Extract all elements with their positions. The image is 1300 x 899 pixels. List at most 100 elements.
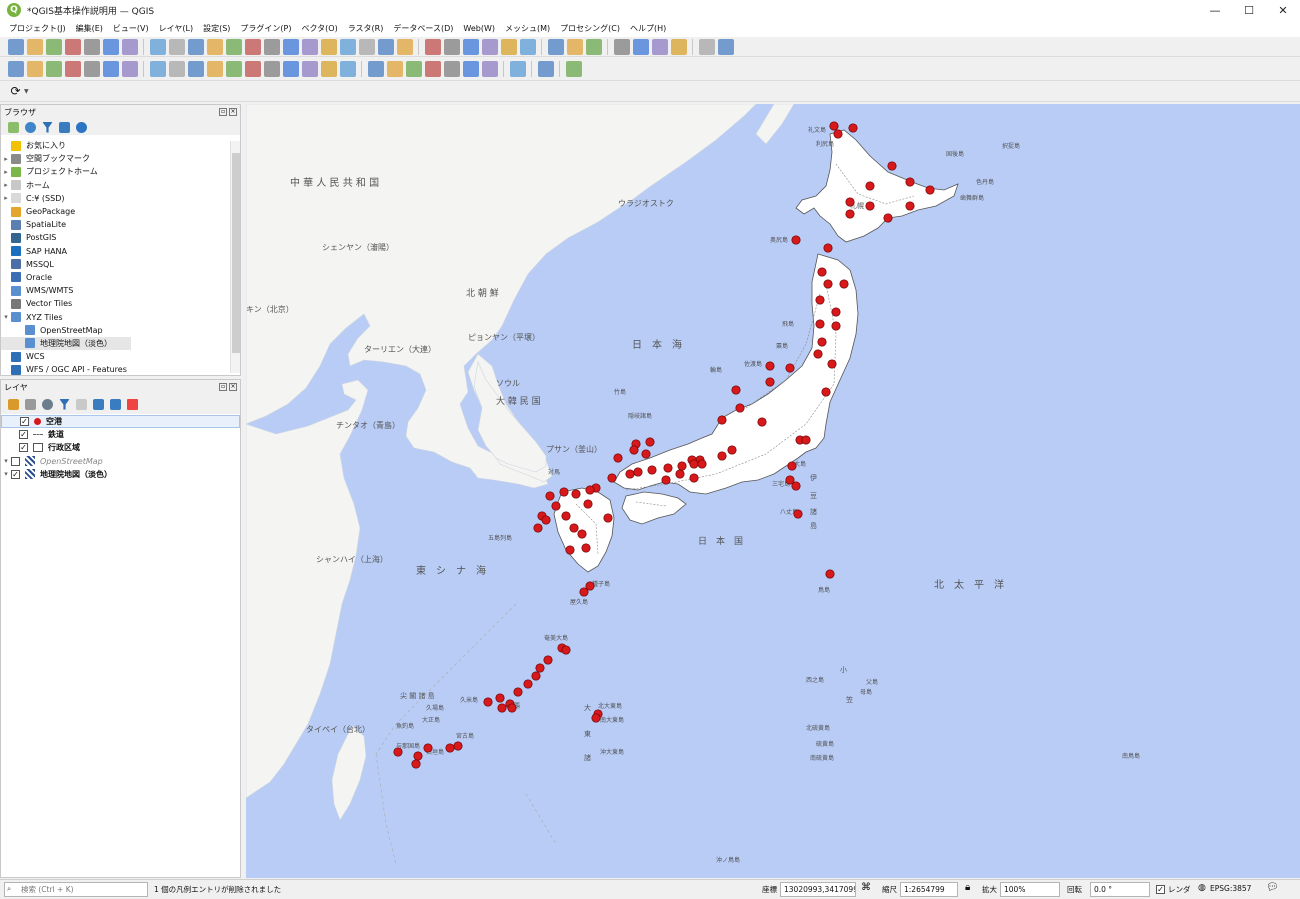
add-feature-icon[interactable]	[206, 61, 223, 77]
layer-visibility-checkbox[interactable]: ✓	[19, 430, 28, 440]
airport-marker[interactable]	[905, 201, 915, 211]
current-edits-icon[interactable]	[149, 61, 166, 77]
measure-icon[interactable]	[566, 38, 583, 55]
redo-icon[interactable]	[339, 61, 356, 77]
statistics-icon[interactable]	[500, 38, 517, 55]
expand-arrow-icon[interactable]: ▸	[1, 155, 11, 163]
airport-marker[interactable]	[497, 703, 507, 713]
airport-marker[interactable]	[727, 445, 737, 455]
browser-item[interactable]: Oracle	[1, 271, 240, 284]
airport-marker[interactable]	[561, 645, 571, 655]
float-panel-icon[interactable]: ▫	[219, 108, 227, 116]
browser-item[interactable]: MSSQL	[1, 258, 240, 271]
save-edits-icon[interactable]	[187, 61, 204, 77]
annotation-icon[interactable]	[585, 38, 602, 55]
airport-marker[interactable]	[787, 461, 797, 471]
menu-item[interactable]: ビュー(V)	[108, 23, 154, 34]
expand-arrow-icon[interactable]: ▸	[1, 181, 11, 189]
airport-marker[interactable]	[925, 185, 935, 195]
layer-visibility-checkbox[interactable]: ✓	[20, 417, 29, 427]
manage-map-themes-icon[interactable]	[42, 398, 53, 410]
new-bookmark-icon[interactable]	[339, 38, 356, 55]
open-project-icon[interactable]	[26, 38, 43, 55]
airport-marker[interactable]	[831, 307, 841, 317]
airport-marker[interactable]	[591, 713, 601, 723]
airport-marker[interactable]	[757, 417, 767, 427]
airport-marker[interactable]	[579, 587, 589, 597]
airport-marker[interactable]	[785, 363, 795, 373]
zoom-in-icon[interactable]	[187, 38, 204, 55]
refresh-icon[interactable]	[25, 121, 36, 133]
cut-icon[interactable]	[263, 61, 280, 77]
pin-labels-icon[interactable]	[386, 61, 403, 77]
select-by-value-icon[interactable]	[443, 38, 460, 55]
field-calculator-icon[interactable]	[519, 38, 536, 55]
locator-search-input[interactable]: 検索 (Ctrl + K)	[4, 882, 148, 897]
select-features-icon[interactable]	[424, 38, 441, 55]
airport-marker[interactable]	[765, 361, 775, 371]
menu-item[interactable]: ラスタ(R)	[343, 23, 389, 34]
rotation-field[interactable]: 0.0 °	[1090, 882, 1150, 897]
airport-marker[interactable]	[507, 703, 517, 713]
airport-marker[interactable]	[661, 475, 671, 485]
airport-marker[interactable]	[793, 509, 803, 519]
save-project-icon[interactable]	[45, 38, 62, 55]
zoom-full-icon[interactable]	[225, 38, 242, 55]
browser-item[interactable]: GeoPackage	[1, 205, 240, 218]
airport-marker[interactable]	[801, 435, 811, 445]
attribute-table-icon[interactable]	[651, 38, 668, 55]
expand-arrow-icon[interactable]: ▾	[1, 457, 11, 465]
highlight-labels-icon[interactable]	[405, 61, 422, 77]
airport-marker[interactable]	[791, 235, 801, 245]
airport-marker[interactable]	[717, 415, 727, 425]
expand-arrow-icon[interactable]: ▸	[1, 168, 11, 176]
change-label-icon[interactable]	[462, 61, 479, 77]
layer-item[interactable]: ▾ ✓ 地理院地図（淡色）	[1, 468, 240, 481]
airport-marker[interactable]	[717, 451, 727, 461]
browser-item[interactable]: SAP HANA	[1, 245, 240, 258]
collapse-all-icon[interactable]	[59, 121, 70, 133]
new-geopackage-icon[interactable]	[26, 61, 43, 77]
maximize-button[interactable]: ☐	[1232, 0, 1266, 20]
layer-visibility-checkbox[interactable]	[11, 456, 20, 466]
temporal-controller-icon[interactable]	[377, 38, 394, 55]
scrollbar-thumb[interactable]	[232, 153, 240, 353]
airport-marker[interactable]	[735, 403, 745, 413]
filter-legend-icon[interactable]	[59, 398, 70, 410]
undo-icon[interactable]	[320, 61, 337, 77]
airport-marker[interactable]	[571, 489, 581, 499]
messages-icon[interactable]: 💬︎	[1266, 882, 1279, 893]
airport-marker[interactable]	[513, 687, 523, 697]
menu-item[interactable]: ベクタ(O)	[297, 23, 343, 34]
help-icon[interactable]	[565, 61, 582, 77]
deselect-icon[interactable]	[462, 38, 479, 55]
browser-item[interactable]: ▸ C:¥ (SSD)	[1, 192, 240, 205]
minimize-button[interactable]: —	[1198, 0, 1232, 20]
python-console-icon[interactable]	[509, 61, 526, 77]
layer-item[interactable]: ✓ 鉄道	[1, 428, 240, 441]
coordinate-field[interactable]: 13020993,3417099	[780, 882, 856, 897]
zoom-next-icon[interactable]	[320, 38, 337, 55]
airport-marker[interactable]	[663, 463, 673, 473]
label-toolbar-icon[interactable]	[367, 61, 384, 77]
show-bookmarks-icon[interactable]	[358, 38, 375, 55]
airport-marker[interactable]	[731, 385, 741, 395]
airport-marker[interactable]	[815, 295, 825, 305]
layer-item[interactable]: ✓ 行政区域	[1, 441, 240, 454]
airport-marker[interactable]	[551, 501, 561, 511]
menu-item[interactable]: レイヤ(L)	[154, 23, 198, 34]
info-icon[interactable]	[76, 121, 87, 133]
digitize-vector-icon[interactable]	[45, 61, 62, 77]
zoom-out-icon[interactable]	[206, 38, 223, 55]
save-as-icon[interactable]	[64, 38, 81, 55]
filter-expression-icon[interactable]	[76, 398, 87, 410]
airport-marker[interactable]	[633, 467, 643, 477]
airport-marker[interactable]	[411, 759, 421, 769]
airport-marker[interactable]	[533, 523, 543, 533]
map-canvas[interactable]: 中 華 人 民 共 和 国ウラジオストク シェンヤン（瀋陽） 北 朝 鮮キン（北京）…	[246, 104, 1300, 878]
airport-marker[interactable]	[423, 743, 433, 753]
layer-item[interactable]: ▾ OpenStreetMap	[1, 455, 240, 468]
browser-item[interactable]: ▸ プロジェクトホーム	[1, 165, 240, 178]
airport-marker[interactable]	[625, 469, 635, 479]
expand-arrow-icon[interactable]: ▾	[1, 313, 11, 321]
